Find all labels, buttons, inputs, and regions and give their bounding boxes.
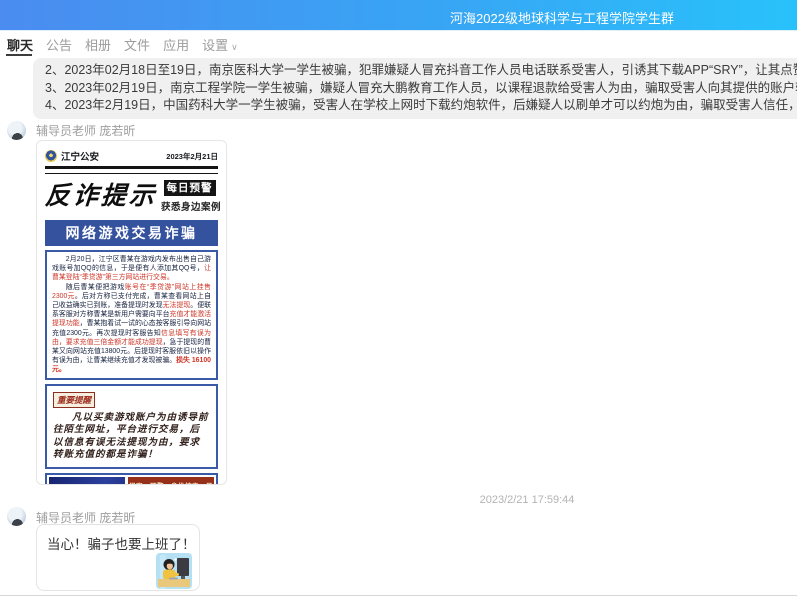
reminder-text: 凡以买卖游戏账户为由诱导前往陌生网址，平台进行交易，后以信息有误无法提现为由，要… bbox=[53, 411, 209, 461]
person-at-computer-sticker[interactable] bbox=[156, 553, 192, 589]
tab-album[interactable]: 相册 bbox=[85, 35, 111, 54]
poster-subtitle: 获悉身边案例 bbox=[161, 202, 222, 213]
message-bubble-text: 当心！骗子也要上班了！ bbox=[36, 524, 200, 591]
poster-case-box: 2月20日，江宁区曹某在游戏内发布出售自己游戏账号加QQ的信息，于是便有人添加其… bbox=[45, 250, 218, 380]
poster-reminder-box: 重要提醒 凡以买卖游戏账户为由诱导前往陌生网址，平台进行交易，后以信息有误无法提… bbox=[45, 383, 218, 469]
warning-line: 4、2023年2月19日，中国药科大学一学生被骗，受害人在学校上网时下载约炮软件… bbox=[45, 98, 797, 112]
poster-org: 江宁公安 bbox=[61, 152, 100, 163]
warning-line: 2、2023年02月18日至19日，南京医科大学一学生被骗，犯罪嫌疑人冒充抖音工… bbox=[45, 63, 797, 77]
tab-settings-label: 设置 bbox=[202, 37, 229, 53]
footer-notice: 报案、预警、身份核实、风险查询 就下“国家反诈中心APP” bbox=[128, 476, 214, 484]
poster-title-row: 反诈提示 每日预警 获悉身边案例 bbox=[44, 178, 222, 215]
poster-tag: 每日预警 bbox=[163, 180, 216, 196]
sender-name: 辅导员老师 庞若昕 bbox=[36, 124, 136, 138]
message-text: 当心！骗子也要上班了！ bbox=[47, 537, 196, 552]
reminder-label: 重要提醒 bbox=[53, 391, 96, 408]
avatar[interactable] bbox=[7, 507, 26, 526]
poster-title: 反诈提示 bbox=[44, 181, 159, 210]
chevron-down-icon: ∨ bbox=[231, 41, 238, 52]
active-tab-underline bbox=[6, 54, 32, 56]
police-badge-icon bbox=[45, 150, 57, 162]
tab-announcements[interactable]: 公告 bbox=[46, 35, 72, 54]
poster-date: 2023年2月21日 bbox=[166, 151, 218, 161]
warning-line: 3、2023年02月19日，南京工程学院一学生被骗，嫌疑人冒充大鹏教育工作人员，… bbox=[45, 80, 797, 95]
timestamp: 2023/2/21 17:59:44 bbox=[479, 494, 575, 506]
avatar[interactable] bbox=[7, 121, 26, 140]
tab-apps[interactable]: 应用 bbox=[163, 35, 189, 54]
anti-fraud-poster-image[interactable]: 江宁公安 2023年2月21日 反诈提示 每日预警 获悉身边案例 网络游戏交易诈… bbox=[36, 140, 227, 485]
qr-panel bbox=[49, 476, 125, 484]
bottom-divider bbox=[0, 595, 797, 596]
window-titlebar: 河海2022级地球科学与工程学院学生群 bbox=[0, 0, 797, 31]
poster-divider bbox=[45, 166, 218, 174]
case-paragraph: 2月20日，江宁区曹某在游戏内发布出售自己游戏账号加QQ的信息，于是便有人添加其… bbox=[52, 256, 211, 282]
tab-settings[interactable]: 设置 ∨ bbox=[202, 35, 238, 54]
group-title: 河海2022级地球科学与工程学院学生群 bbox=[450, 11, 674, 26]
tab-files[interactable]: 文件 bbox=[124, 35, 150, 54]
poster-footer: 报案、预警、身份核实、风险查询 就下“国家反诈中心APP” bbox=[45, 472, 218, 484]
chat-window: 河海2022级地球科学与工程学院学生群 聊天 公告 相册 文件 应用 设置 ∨ 2… bbox=[0, 0, 797, 598]
footer-line: 报案、预警、身份核实、风险查询 bbox=[128, 482, 214, 484]
poster-header: 江宁公安 2023年2月21日 bbox=[45, 149, 218, 163]
message-bubble-warning-list: 2、2023年02月18日至19日，南京医科大学一学生被骗，犯罪嫌疑人冒充抖音工… bbox=[33, 58, 797, 119]
tab-chat[interactable]: 聊天 bbox=[7, 35, 33, 54]
tab-bar: 聊天 公告 相册 文件 应用 设置 ∨ bbox=[0, 31, 797, 57]
case-paragraph: 随后曹某便把游戏账号在“季贷游”网站上挂售2300元。后对方称已支付完成，曹某查… bbox=[52, 283, 212, 374]
poster-banner: 网络游戏交易诈骗 bbox=[45, 220, 218, 246]
